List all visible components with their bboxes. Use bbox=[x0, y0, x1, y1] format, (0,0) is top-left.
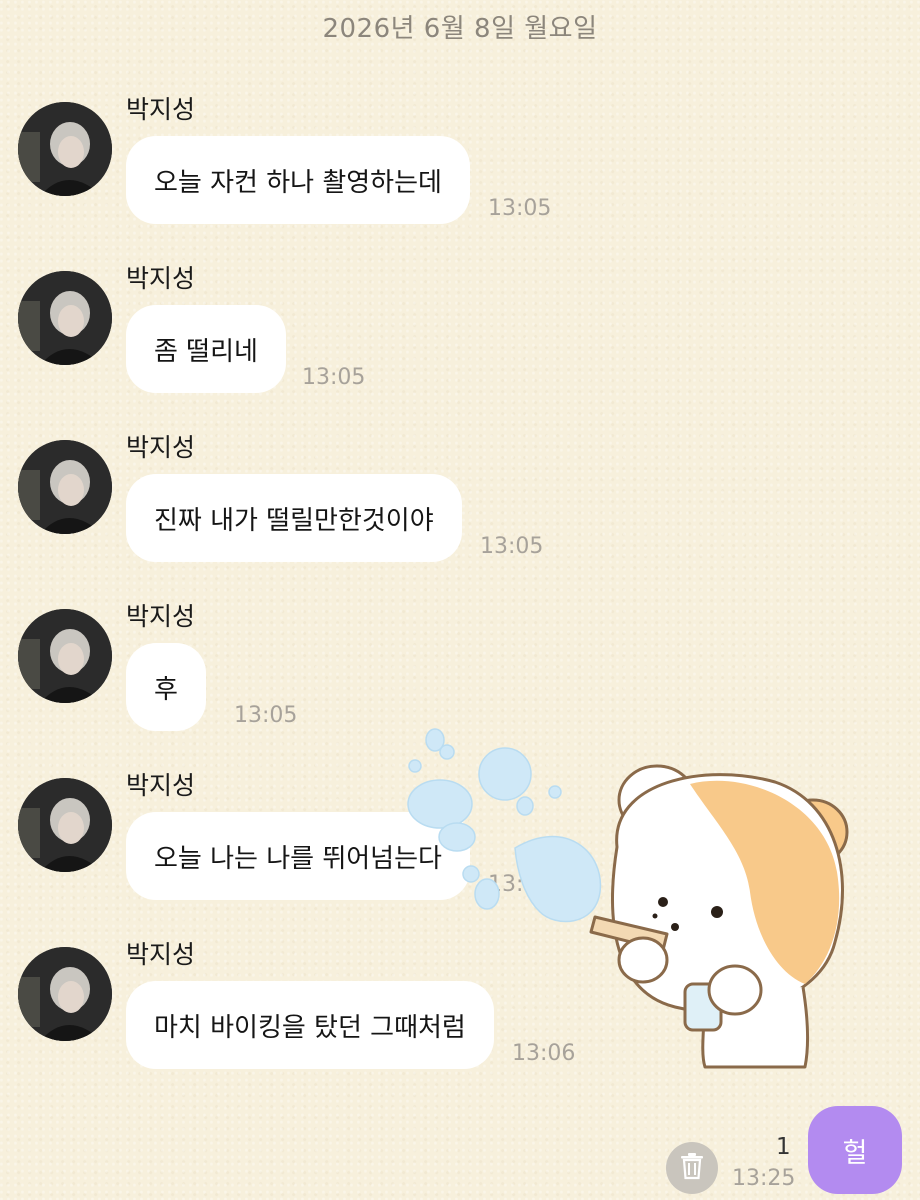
message-time: 13:25 bbox=[732, 1166, 796, 1191]
date-header: 2026년 6월 8일 월요일 bbox=[322, 14, 598, 44]
message-time: 13:05 bbox=[234, 703, 298, 728]
avatar[interactable] bbox=[18, 778, 112, 872]
avatar[interactable] bbox=[18, 440, 112, 534]
message-time: 13:06 bbox=[512, 1041, 576, 1066]
trash-icon bbox=[679, 1152, 705, 1184]
sender-name: 박지성 bbox=[126, 771, 196, 800]
sender-name: 박지성 bbox=[126, 264, 196, 293]
sender-name: 박지성 bbox=[126, 433, 196, 462]
avatar[interactable] bbox=[18, 609, 112, 703]
sender-name: 박지성 bbox=[126, 602, 196, 631]
message-time: 13:05 bbox=[302, 365, 366, 390]
message-time: 13:05 bbox=[480, 534, 544, 559]
avatar[interactable] bbox=[18, 271, 112, 365]
message-row: 박지성 진짜 내가 떨릴만한것이야 13:05 bbox=[18, 433, 618, 598]
bubble-splash-icon bbox=[407, 728, 602, 923]
my-message-bubble[interactable]: 헐 bbox=[808, 1106, 902, 1194]
message-row: 박지성 마치 바이킹을 탔던 그때처럼 13:06 bbox=[18, 940, 618, 1105]
avatar[interactable] bbox=[18, 947, 112, 1041]
message-bubble[interactable]: 진짜 내가 떨릴만한것이야 bbox=[126, 474, 462, 562]
sender-name: 박지성 bbox=[126, 95, 196, 124]
message-time: 13:05 bbox=[488, 196, 552, 221]
message-row: 박지성 좀 떨리네 13:05 bbox=[18, 264, 618, 429]
avatar[interactable] bbox=[18, 102, 112, 196]
message-bubble[interactable]: 오늘 자컨 하나 촬영하는데 bbox=[126, 136, 470, 224]
unread-count: 1 bbox=[776, 1134, 791, 1160]
message-bubble[interactable]: 좀 떨리네 bbox=[126, 305, 286, 393]
message-bubble[interactable]: 마치 바이킹을 탔던 그때처럼 bbox=[126, 981, 494, 1069]
message-bubble[interactable]: 후 bbox=[126, 643, 206, 731]
message-row: 박지성 오늘 자컨 하나 촬영하는데 13:05 bbox=[18, 95, 618, 260]
sender-name: 박지성 bbox=[126, 940, 196, 969]
delete-button[interactable] bbox=[666, 1142, 718, 1194]
